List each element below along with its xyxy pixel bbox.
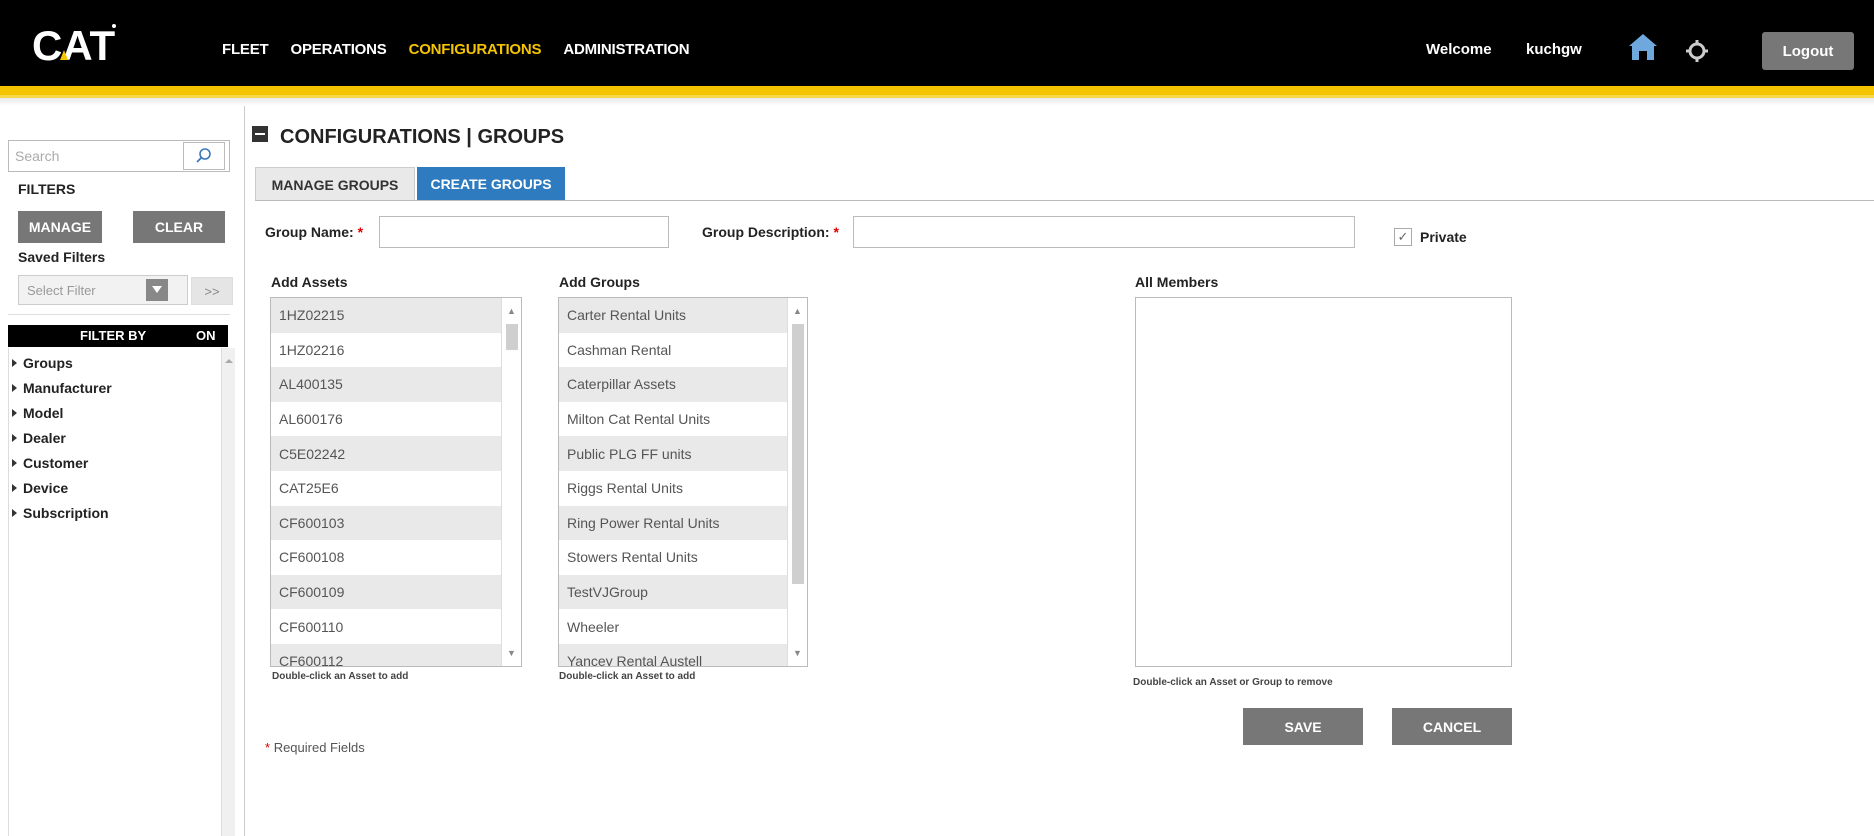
groups-hint: Double-click an Asset to add: [559, 671, 696, 682]
nav-administration[interactable]: ADMINISTRATION: [563, 41, 689, 58]
saved-filters-label: Saved Filters: [18, 249, 106, 265]
group-row[interactable]: Stowers Rental Units: [559, 540, 807, 575]
all-members-list[interactable]: [1135, 297, 1512, 667]
filter-by-label: FILTER BY: [80, 328, 147, 343]
filter-by-header: FILTER BY ON: [8, 325, 228, 347]
asset-row[interactable]: C5E02242: [271, 436, 521, 471]
tab-manage-groups[interactable]: MANAGE GROUPS: [255, 167, 415, 201]
private-checkbox[interactable]: ✓: [1394, 228, 1412, 246]
filter-item-customer[interactable]: Customer: [8, 450, 220, 475]
search-icon: [196, 148, 211, 163]
expand-arrow-icon: [12, 483, 17, 492]
asset-row[interactable]: AL600176: [271, 402, 521, 437]
asset-row[interactable]: 1HZ02216: [271, 333, 521, 368]
group-row[interactable]: Public PLG FF units: [559, 436, 807, 471]
manage-filters-button[interactable]: MANAGE: [18, 211, 102, 243]
members-hint: Double-click an Asset or Group to remove: [1133, 677, 1333, 688]
filter-item-model[interactable]: Model: [8, 400, 220, 425]
filters-title: FILTERS: [18, 181, 76, 197]
filter-item-groups[interactable]: Groups: [8, 350, 220, 375]
logo-text: CAT: [32, 22, 116, 68]
chevron-down-icon[interactable]: [146, 279, 168, 301]
filter-item-subscription[interactable]: Subscription: [8, 500, 220, 525]
group-name-label: Group Name: *: [265, 224, 364, 240]
filter-item-dealer[interactable]: Dealer: [8, 425, 220, 450]
group-row[interactable]: Ring Power Rental Units: [559, 505, 807, 541]
assets-hint: Double-click an Asset to add: [272, 671, 409, 682]
header-shadow: [0, 98, 1874, 106]
collapse-icon[interactable]: [252, 126, 268, 142]
tab-create-groups[interactable]: CREATE GROUPS: [417, 167, 565, 201]
search-button[interactable]: [183, 142, 225, 170]
group-row[interactable]: Cashman Rental: [559, 333, 807, 368]
assets-scrollbar[interactable]: ▲ ▼: [501, 298, 521, 666]
group-row[interactable]: Milton Cat Rental Units: [559, 402, 807, 437]
nav-fleet[interactable]: FLEET: [222, 41, 269, 58]
group-description-input[interactable]: [853, 216, 1355, 248]
asset-row[interactable]: CF600112: [271, 643, 521, 666]
filter-list: Groups Manufacturer Model Dealer Custome…: [8, 350, 220, 525]
expand-arrow-icon: [12, 508, 17, 517]
group-row[interactable]: Carter Rental Units: [559, 298, 807, 333]
add-groups-label: Add Groups: [559, 274, 640, 290]
gear-icon[interactable]: [1686, 40, 1708, 62]
group-name-input[interactable]: [379, 216, 669, 248]
filter-item-manufacturer[interactable]: Manufacturer: [8, 375, 220, 400]
header-accent-band: [0, 86, 1874, 95]
apply-filter-button[interactable]: >>: [191, 277, 233, 305]
sidebar-border: [244, 106, 245, 836]
filter-list-scrollbar[interactable]: [221, 348, 235, 836]
asset-row[interactable]: 1HZ02215: [271, 298, 521, 333]
expand-arrow-icon: [12, 383, 17, 392]
groups-scrollbar[interactable]: ▲ ▼: [787, 298, 807, 666]
assets-list[interactable]: 1HZ02215 1HZ02216 AL400135 AL600176 C5E0…: [270, 297, 522, 667]
group-row[interactable]: Caterpillar Assets: [559, 367, 807, 402]
all-members-label: All Members: [1135, 274, 1219, 290]
cat-logo[interactable]: CAT: [30, 20, 118, 68]
main-nav: FLEET OPERATIONS CONFIGURATIONS ADMINIST…: [222, 41, 690, 58]
asset-row[interactable]: AL400135: [271, 367, 521, 402]
required-fields-note: * Required Fields: [265, 740, 365, 755]
clear-filters-button[interactable]: CLEAR: [133, 211, 225, 243]
cancel-button[interactable]: CANCEL: [1392, 708, 1512, 745]
username: kuchgw: [1526, 41, 1582, 58]
asset-row[interactable]: CAT25E6: [271, 471, 521, 506]
group-row[interactable]: TestVJGroup: [559, 574, 807, 610]
asset-row[interactable]: CF600110: [271, 609, 521, 644]
nav-operations[interactable]: OPERATIONS: [291, 41, 387, 58]
group-row[interactable]: Riggs Rental Units: [559, 471, 807, 506]
asset-row[interactable]: CF600103: [271, 505, 521, 541]
home-icon[interactable]: [1627, 32, 1659, 62]
on-label: ON: [196, 328, 216, 343]
filter-item-device[interactable]: Device: [8, 475, 220, 500]
private-label: Private: [1420, 229, 1467, 245]
page-title: CONFIGURATIONS | GROUPS: [280, 126, 565, 148]
save-button[interactable]: SAVE: [1243, 708, 1363, 745]
welcome-text: Welcome: [1426, 41, 1492, 58]
groups-list[interactable]: Carter Rental Units Cashman Rental Cater…: [558, 297, 808, 667]
add-assets-label: Add Assets: [271, 274, 348, 290]
asset-row[interactable]: CF600108: [271, 540, 521, 575]
asset-row[interactable]: CF600109: [271, 574, 521, 610]
group-description-label: Group Description: *: [702, 224, 839, 240]
group-row[interactable]: Wheeler: [559, 609, 807, 644]
logout-button[interactable]: Logout: [1762, 32, 1854, 70]
group-row[interactable]: Yancey Rental Austell: [559, 643, 807, 666]
expand-arrow-icon: [12, 358, 17, 367]
expand-arrow-icon: [12, 458, 17, 467]
search-input[interactable]: [9, 141, 179, 171]
tab-divider: [255, 200, 1874, 201]
sidebar-divider: [8, 314, 230, 315]
nav-configurations[interactable]: CONFIGURATIONS: [409, 41, 542, 58]
expand-arrow-icon: [12, 433, 17, 442]
expand-arrow-icon: [12, 408, 17, 417]
